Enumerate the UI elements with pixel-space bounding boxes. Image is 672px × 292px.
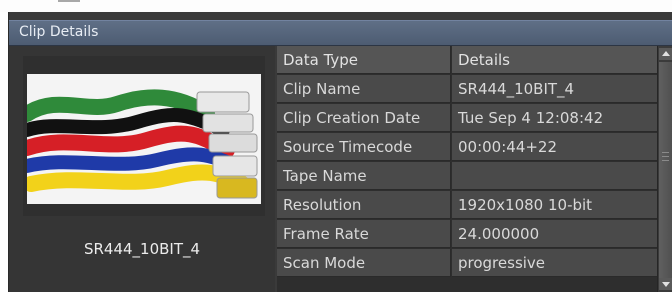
row-label: Resolution — [277, 191, 451, 219]
scrollbar-thumb[interactable] — [659, 62, 672, 286]
clip-details-panel: Clip Details SR444_10BIT_4 Data Type Det… — [8, 12, 672, 292]
header-data-type[interactable]: Data Type — [277, 46, 451, 74]
scroll-down-icon[interactable] — [659, 278, 672, 290]
top-strip — [0, 0, 672, 12]
grip-line — [662, 160, 669, 161]
row-label: Frame Rate — [277, 220, 451, 248]
panel-title: Clip Details — [19, 24, 99, 40]
row-label: Clip Creation Date — [277, 104, 451, 132]
row-value: Tue Sep 4 12:08:42 — [452, 104, 657, 132]
row-value: 24.000000 — [452, 220, 657, 248]
row-label: Source Timecode — [277, 133, 451, 161]
header-details[interactable]: Details — [452, 46, 657, 74]
table-row[interactable]: Source Timecode 00:00:44+22 — [277, 133, 657, 162]
row-value: progressive — [452, 249, 657, 277]
table-header-row: Data Type Details — [277, 46, 657, 75]
row-value: 1920x1080 10-bit — [452, 191, 657, 219]
row-label: Clip Name — [277, 75, 451, 103]
table-row[interactable]: Clip Name SR444_10BIT_4 — [277, 75, 657, 104]
panel-titlebar: Clip Details — [9, 20, 672, 46]
table-row[interactable]: Frame Rate 24.000000 — [277, 220, 657, 249]
table-row[interactable]: Clip Creation Date Tue Sep 4 12:08:42 — [277, 104, 657, 133]
grip-line — [662, 156, 669, 157]
top-divider — [58, 0, 80, 2]
paint-tubes-image — [27, 74, 261, 204]
table-row[interactable]: Scan Mode progressive — [277, 249, 657, 278]
thumbnail-pane: SR444_10BIT_4 — [9, 46, 275, 292]
row-value — [452, 162, 657, 190]
row-label: Scan Mode — [277, 249, 451, 277]
row-value: 00:00:44+22 — [452, 133, 657, 161]
row-label: Tape Name — [277, 162, 451, 190]
grip-line — [662, 152, 669, 153]
row-value: SR444_10BIT_4 — [452, 75, 657, 103]
details-table: Data Type Details Clip Name SR444_10BIT_… — [277, 46, 657, 292]
table-row[interactable]: Resolution 1920x1080 10-bit — [277, 191, 657, 220]
table-row[interactable]: Tape Name — [277, 162, 657, 191]
scroll-up-icon[interactable] — [659, 48, 672, 60]
clip-thumbnail — [23, 56, 265, 216]
thumbnail-clip-name: SR444_10BIT_4 — [83, 240, 201, 258]
table-scrollbar[interactable] — [657, 46, 672, 292]
